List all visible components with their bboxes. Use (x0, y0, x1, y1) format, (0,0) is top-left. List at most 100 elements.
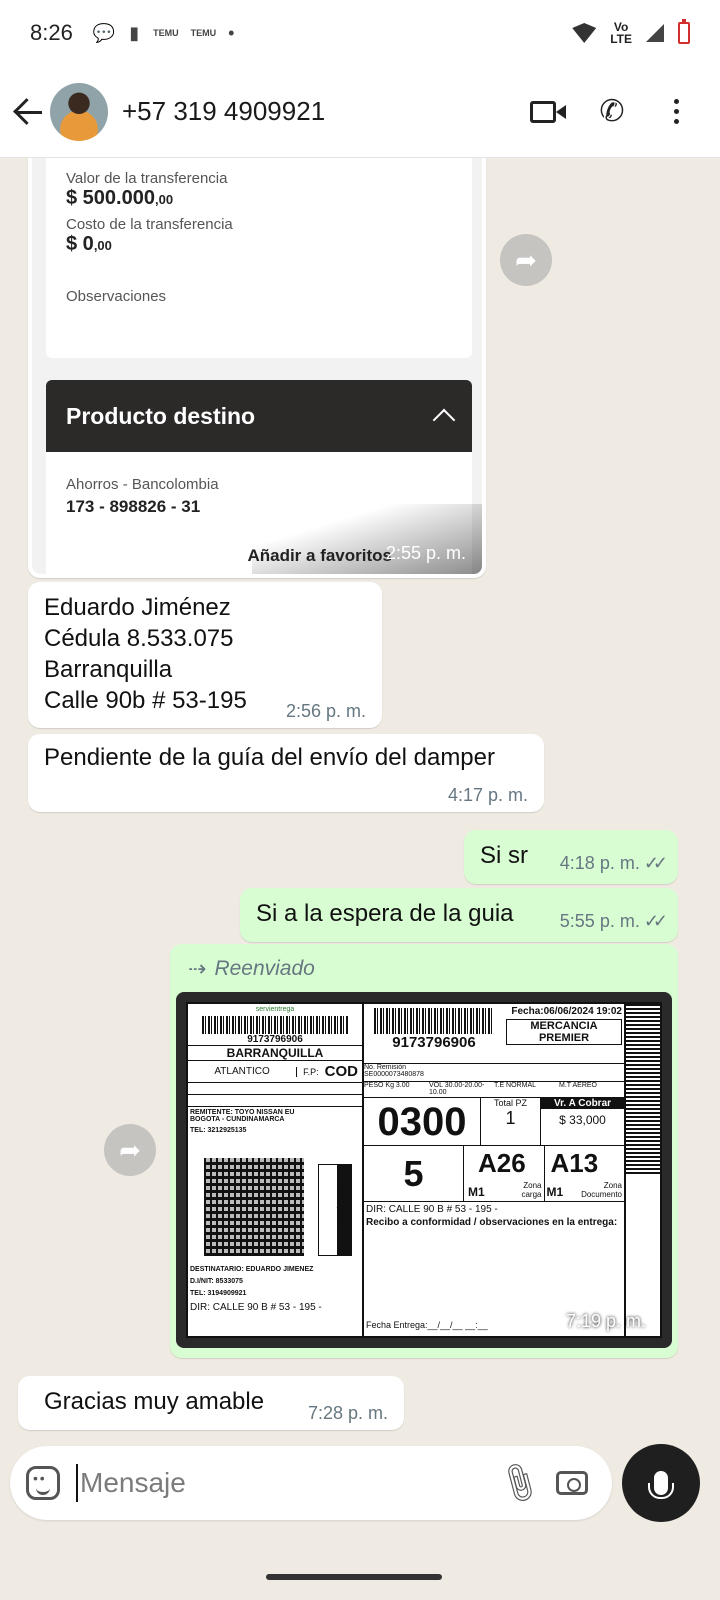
recipient-address: DIR: CALLE 90 B # 53 - 195 - (190, 1302, 322, 1313)
payment-method: COD (324, 1063, 358, 1080)
weight-row: PESO Kg 3.00 VOL 30.00-20.00-10.00 T.E N… (364, 1082, 624, 1098)
message-input[interactable] (76, 1464, 482, 1502)
temu-notification-icon-2: TEMU (190, 27, 217, 38)
amount: $ 33,000 (559, 1113, 606, 1127)
message-time: 4:18 p. m. ✓✓ (559, 853, 668, 873)
outgoing-message[interactable]: Si a la espera de la guia 5:55 p. m. ✓✓ (240, 888, 678, 942)
chat-notification-icon: 💬 (92, 22, 116, 43)
forwarded-indicator: ⇢ Reenviado (174, 948, 674, 992)
chat-header: +57 319 4909921 ✆ (0, 66, 720, 158)
pers-row-2 (188, 1095, 362, 1107)
forward-button-2[interactable]: ➦ (104, 1124, 156, 1176)
voice-call-button[interactable]: ✆ (580, 80, 644, 144)
guide-block: 9173796906 (364, 1004, 504, 1063)
weight: PESO Kg 3.00 (364, 1082, 410, 1089)
home-gesture-bar[interactable] (266, 1574, 442, 1580)
share-arrow-icon: ➦ (515, 244, 537, 275)
label-left-column: servientrega 9173796906 BARRANQUILLA ATL… (188, 1004, 364, 1336)
zone-carga-label: Zona carga (521, 1181, 542, 1199)
message-time: 2:55 p. m. (385, 543, 466, 563)
amount-vertical-box: $ 33,000 (318, 1164, 352, 1256)
total-pz-block: Total PZ 1 (480, 1098, 540, 1145)
department: ATLANTICO (214, 1066, 270, 1077)
barcode (202, 1016, 348, 1034)
chevron-up-icon (432, 408, 456, 432)
forwarded-label: Reenviado (214, 957, 315, 980)
read-ticks-icon: ✓✓ (643, 911, 668, 931)
transfer-value-label: Valor de la transferencia (66, 170, 228, 187)
guide-number-small: 9173796906 (247, 1034, 303, 1045)
zone-doc-block: A13 M1 Zona Documento (545, 1146, 625, 1201)
recipient-id: D.I/NIT: 8533075 (190, 1278, 243, 1285)
attach-paperclip-icon[interactable]: 📎︎ (494, 1458, 544, 1507)
te: T.E NORMAL (494, 1082, 537, 1089)
label-right-column: 9173796906 Fecha:06/06/2024 19:02 MERCAN… (364, 1004, 624, 1336)
zone-a13: A13 (550, 1148, 599, 1178)
battery-saver-icon: ▮ (129, 22, 140, 43)
share-arrow-icon: ➦ (119, 1134, 141, 1165)
microphone-icon (648, 1471, 674, 1499)
total-pz-label: Total PZ (493, 1098, 527, 1108)
pers-row-1 (188, 1083, 362, 1095)
brand-logo: servientrega (255, 1006, 295, 1013)
recipient-phone: TEL: 3194909921 (190, 1290, 247, 1297)
zone-doc-label: Zona Documento (581, 1181, 622, 1199)
read-ticks-icon: ✓✓ (643, 853, 668, 873)
outgoing-message[interactable]: Si sr 4:18 p. m. ✓✓ (464, 830, 678, 884)
incoming-message[interactable]: Pendiente de la guía del envío del dampe… (28, 734, 544, 812)
wifi-icon (572, 23, 597, 43)
contact-avatar[interactable] (50, 82, 108, 141)
back-arrow-icon[interactable] (12, 96, 44, 128)
dept-row: ATLANTICO F.P: COD (188, 1061, 362, 1083)
volume: VOL 30.00-20.00-10.00 (429, 1082, 485, 1096)
zone-a26: A26 (478, 1148, 526, 1178)
add-favorite-label: Añadir a favoritos (247, 546, 392, 565)
amount-block: Vr. A Cobrar $ 33,000 (540, 1098, 624, 1145)
forward-button[interactable]: ➦ (500, 234, 552, 286)
fp-label: F.P: (296, 1066, 325, 1077)
remission-number: No. Remisión SE0000073480878 (364, 1064, 624, 1082)
message-text: Pendiente de la guía del envío del dampe… (44, 744, 495, 771)
more-vert-icon (673, 99, 679, 124)
message-time: 2:56 p. m. (285, 701, 366, 721)
navigation-bar-area (0, 1530, 720, 1600)
status-time: 8:26 (30, 20, 73, 45)
label-date: Fecha:06/06/2024 19:02 (511, 1006, 622, 1017)
bank-receipt-image[interactable]: Valor de la transferencia $ 500.000,00 C… (32, 158, 482, 574)
message-text: Eduardo Jiménez Cédula 8.533.075 Barranq… (44, 594, 247, 714)
temu-notification-icon: TEMU (153, 27, 179, 38)
voice-message-button[interactable] (622, 1444, 700, 1522)
top-row: 9173796906 Fecha:06/06/2024 19:02 MERCAN… (364, 1004, 624, 1064)
delivery-date: Fecha Entrega:__/__/__ __:__ (366, 1320, 488, 1330)
signal-icon (646, 24, 664, 42)
transfer-details-card: Valor de la transferencia $ 500.000,00 C… (46, 158, 472, 358)
camera-icon[interactable] (556, 1471, 588, 1495)
contact-name[interactable]: +57 319 4909921 (122, 96, 516, 127)
more-options-button[interactable] (644, 80, 708, 144)
observations-label: Observaciones (66, 288, 167, 305)
incoming-message[interactable]: Eduardo Jiménez Cédula 8.533.075 Barranq… (28, 582, 382, 728)
forwarded-image-message[interactable]: ⇢ Reenviado servientrega 9173796906 BARR… (170, 944, 678, 1358)
amount-vertical: $ 33,000 (334, 1187, 346, 1226)
message-time: 7:28 p. m. (307, 1403, 388, 1423)
phone-icon: ✆ (599, 95, 625, 128)
volte-indicator: Vo LTE (610, 20, 632, 46)
video-camera-icon (530, 100, 566, 123)
forwarded-icon: ⇢ (188, 956, 207, 981)
video-call-button[interactable] (516, 80, 580, 144)
chat-messages[interactable]: Valor de la transferencia $ 500.000,00 C… (0, 158, 720, 1444)
transfer-cost-label: Costo de la transferencia (66, 216, 233, 233)
shipping-label-image[interactable]: servientrega 9173796906 BARRANQUILLA ATL… (176, 992, 672, 1348)
barcode-large (374, 1008, 494, 1034)
zone-5: 5 (364, 1146, 464, 1201)
emoji-sticker-icon[interactable] (26, 1466, 60, 1500)
receipt-note: Recibo a conformidad / observaciones en … (366, 1217, 618, 1228)
message-composer: 📎︎ (10, 1446, 612, 1520)
image-message-bank-receipt[interactable]: Valor de la transferencia $ 500.000,00 C… (28, 158, 486, 578)
sender: REMITENTE: TOYO NISSAN EU BOGOTA - CUNDI… (190, 1109, 295, 1123)
recipient: DESTINATARIO: EDUARDO JIMENEZ (190, 1266, 314, 1273)
destination-product-header: Producto destino (46, 380, 472, 452)
message-time: 7:19 p. m. (565, 1311, 646, 1331)
incoming-message[interactable]: Gracias muy amable 7:28 p. m. (18, 1376, 404, 1430)
destination-product-title: Producto destino (66, 402, 256, 429)
